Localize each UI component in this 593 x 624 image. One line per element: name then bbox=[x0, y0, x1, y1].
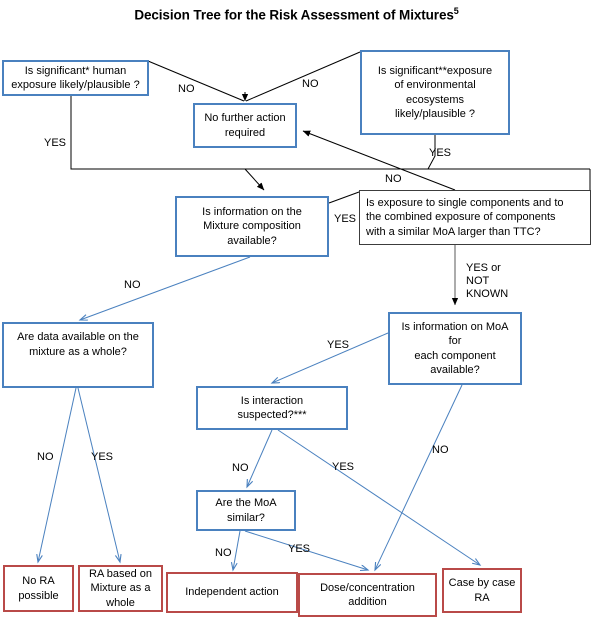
node-ttc-question-label: Is exposure to single components and to t… bbox=[366, 196, 564, 238]
node-human-exposure[interactable]: Is significant* human exposure likely/pla… bbox=[2, 60, 149, 96]
edge-mixture-yes bbox=[328, 191, 360, 204]
node-no-further-action[interactable]: No further action required bbox=[193, 103, 297, 148]
edge-similar-no bbox=[233, 530, 241, 570]
node-moa-similar-label: Are the MoA similar? bbox=[215, 497, 277, 524]
edge-label-human-yes: YES bbox=[44, 137, 67, 149]
page-title-text: Decision Tree for the Risk Assessment of… bbox=[134, 7, 454, 23]
edge-label-moa-yes: YES bbox=[327, 339, 350, 351]
edge-env-no bbox=[245, 51, 361, 102]
edge-bus-to-mixture bbox=[244, 168, 265, 191]
node-mixture-as-whole[interactable]: Are data available on the mixture as a wh… bbox=[2, 322, 154, 388]
edge-human-yes bbox=[70, 95, 590, 170]
node-interaction-label: Is interaction suspected?*** bbox=[237, 394, 307, 422]
node-no-further-action-label: No further action required bbox=[204, 112, 286, 139]
edge-interaction-no bbox=[247, 429, 273, 487]
edge-label-ttc-no: NO bbox=[385, 173, 402, 185]
node-ra-mixture-as-whole-label: RA based on Mixture as a whole bbox=[89, 567, 152, 609]
edge-label-similar-yes: YES bbox=[288, 543, 311, 555]
page-title-superscript: 5 bbox=[453, 6, 459, 16]
node-mixture-composition[interactable]: Is information on the Mixture composition… bbox=[175, 196, 329, 257]
node-env-exposure-label: Is significant**exposure of environmental… bbox=[377, 64, 493, 121]
node-independent-action[interactable]: Independent action bbox=[166, 572, 298, 613]
edge-label-whole-no: NO bbox=[37, 451, 54, 463]
page-title: Decision Tree for the Risk Assessment of… bbox=[0, 6, 593, 23]
node-independent-action-label: Independent action bbox=[185, 586, 279, 599]
node-dose-concentration-addition[interactable]: Dose/concentration addition bbox=[298, 573, 437, 617]
edge-mixture-no bbox=[80, 256, 251, 320]
node-env-exposure[interactable]: Is significant**exposure of environmental… bbox=[360, 50, 510, 135]
edge-label-interaction-yes: YES bbox=[332, 461, 355, 473]
node-no-ra-possible[interactable]: No RA possible bbox=[3, 565, 74, 612]
edge-label-mixture-no: NO bbox=[124, 279, 141, 291]
node-mixture-composition-label: Is information on the Mixture composition… bbox=[202, 205, 302, 247]
edge-label-mixture-yes: YES bbox=[334, 213, 357, 225]
edge-label-env-yes: YES bbox=[429, 147, 452, 159]
node-dose-concentration-addition-label: Dose/concentration addition bbox=[320, 581, 415, 609]
edge-ttc-no bbox=[302, 130, 456, 191]
edge-label-interaction-no: NO bbox=[232, 462, 249, 474]
edge-label-env-no: NO bbox=[302, 78, 319, 90]
edge-label-ttc-yes-not-known: YES or NOT KNOWN bbox=[466, 262, 509, 300]
node-mixture-as-whole-label: Are data available on the mixture as a wh… bbox=[17, 331, 139, 358]
edge-label-whole-yes: YES bbox=[91, 451, 114, 463]
edge-label-moa-no: NO bbox=[432, 444, 449, 456]
edge-whole-yes bbox=[77, 387, 120, 562]
node-ttc-question[interactable]: Is exposure to single components and to t… bbox=[359, 190, 591, 245]
edge-whole-no bbox=[38, 387, 77, 562]
edge-label-human-no: NO bbox=[178, 83, 195, 95]
node-moa-info[interactable]: Is information on MoA for each component av… bbox=[388, 312, 522, 385]
edge-label-similar-no: NO bbox=[215, 547, 232, 559]
node-no-ra-possible-label: No RA possible bbox=[18, 575, 59, 602]
edge-human-no bbox=[147, 60, 245, 102]
node-ra-mixture-as-whole[interactable]: RA based on Mixture as a whole bbox=[78, 565, 163, 612]
node-interaction[interactable]: Is interaction suspected?*** bbox=[196, 386, 348, 430]
node-moa-info-label: Is information on MoA for each component av… bbox=[401, 320, 509, 377]
node-moa-similar[interactable]: Are the MoA similar? bbox=[196, 490, 296, 531]
node-case-by-case-ra-label: Case by case RA bbox=[448, 577, 516, 604]
edge-moa-no bbox=[375, 384, 463, 570]
decision-tree-diagram: Decision Tree for the Risk Assessment of… bbox=[0, 0, 593, 624]
node-human-exposure-label: Is significant* human exposure likely/pla… bbox=[11, 64, 140, 92]
node-case-by-case-ra[interactable]: Case by case RA bbox=[442, 568, 522, 613]
